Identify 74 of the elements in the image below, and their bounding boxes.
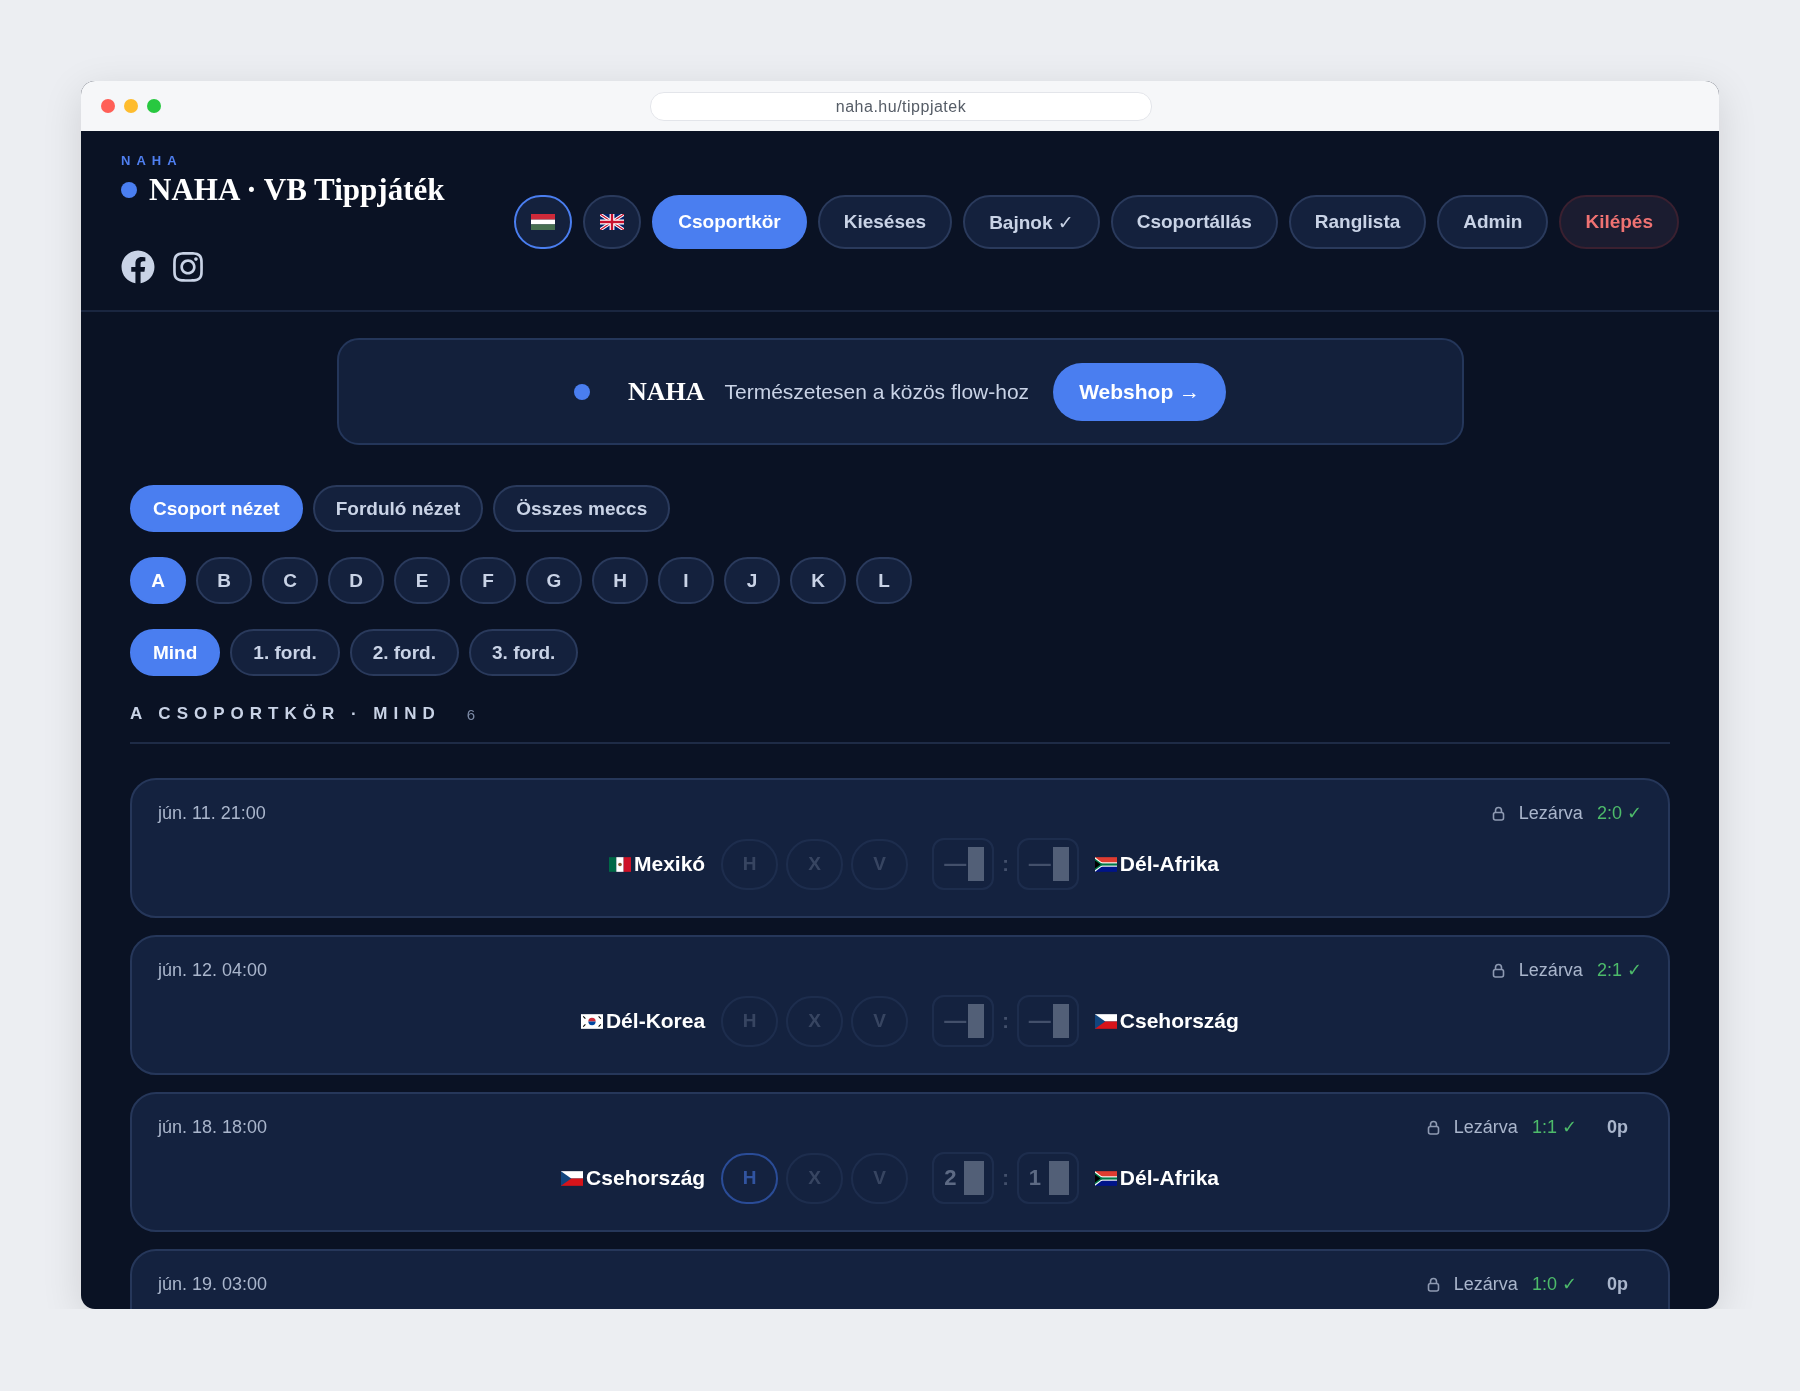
match-result: 2:1 ✓ — [1596, 959, 1642, 981]
match-date: jún. 11. 21:00 — [158, 802, 266, 824]
match-status: Lezárva — [1453, 1273, 1518, 1295]
nav-button[interactable]: Kieséses — [817, 195, 953, 249]
flag-icon — [531, 214, 556, 230]
banner-dot — [573, 383, 590, 400]
group-tab[interactable]: C — [262, 557, 318, 604]
match-status: Lezárva — [1518, 959, 1583, 981]
match-status: Lezárva — [1518, 802, 1583, 824]
round-tab[interactable]: Mind — [130, 629, 221, 676]
match-date: jún. 12. 04:00 — [158, 959, 268, 981]
group-tab[interactable]: L — [856, 557, 912, 604]
nav-button[interactable]: Bajnok ✓ — [963, 195, 1100, 249]
group-tab[interactable]: D — [328, 557, 384, 604]
flag-icon — [1094, 1170, 1117, 1186]
section-title: A CSOPORTKÖR · MIND — [130, 704, 441, 724]
match-points: 0p — [1607, 1273, 1628, 1295]
team-name: Csehország — [1119, 1009, 1239, 1033]
minimize-dot[interactable] — [124, 99, 138, 113]
team-name: Dél-Korea — [605, 1009, 706, 1033]
site-title: NAHA · VB Tippjáték — [149, 172, 445, 208]
round-tab[interactable]: 3. ford. — [469, 629, 579, 676]
banner-text: Természetesen a közös flow-hoz — [724, 379, 1030, 404]
team-name: Csehország — [586, 1166, 706, 1190]
group-tab[interactable]: H — [592, 557, 648, 604]
banner-brand: NAHA — [627, 376, 705, 407]
score-separator: : — [1002, 852, 1009, 876]
group-tab[interactable]: I — [658, 557, 714, 604]
facebook-icon[interactable] — [121, 250, 155, 284]
maximize-dot[interactable] — [147, 99, 161, 113]
team-name: Dél-Afrika — [1119, 852, 1220, 876]
language-button[interactable] — [583, 195, 642, 249]
nav-button[interactable]: Csoportkör — [652, 195, 807, 249]
match-result: 1:0 ✓ — [1531, 1273, 1577, 1295]
view-tab[interactable]: Csoport nézet — [130, 485, 303, 532]
match-count: 6 — [466, 705, 476, 723]
team-name: Dél-Afrika — [1119, 1166, 1220, 1190]
group-tab[interactable]: J — [724, 557, 780, 604]
match-status: Lezárva — [1453, 1116, 1518, 1138]
view-tab[interactable]: Összes meccs — [493, 485, 671, 532]
close-dot[interactable] — [101, 99, 115, 113]
flag-icon — [580, 1013, 603, 1029]
brand-dot — [121, 182, 137, 198]
flag-icon — [1094, 1013, 1117, 1029]
score-separator: : — [1002, 1009, 1009, 1033]
round-tab[interactable]: 2. ford. — [349, 629, 459, 676]
address-bar[interactable]: naha.hu/tippjatek — [650, 92, 1152, 121]
group-tab[interactable]: G — [526, 557, 582, 604]
nav-button[interactable]: Ranglista — [1288, 195, 1427, 249]
match-result: 2:0 ✓ — [1596, 802, 1642, 824]
instagram-icon[interactable] — [171, 250, 205, 284]
flag-icon — [561, 1170, 584, 1186]
webshop-button[interactable]: Webshop → — [1053, 362, 1227, 421]
team-name: Mexikó — [633, 852, 706, 876]
brand-kicker: NAHA — [121, 153, 184, 168]
flag-icon — [608, 856, 631, 872]
match-points: 0p — [1607, 1116, 1628, 1138]
nav-button[interactable]: Csoportállás — [1110, 195, 1278, 249]
group-tab[interactable]: K — [790, 557, 846, 604]
match-date: jún. 18. 18:00 — [158, 1116, 268, 1138]
language-button[interactable] — [514, 195, 573, 249]
nav-button[interactable]: Admin — [1437, 195, 1549, 249]
match-result: 1:1 ✓ — [1531, 1116, 1577, 1138]
flag-icon — [600, 214, 625, 230]
group-tab[interactable]: B — [196, 557, 252, 604]
view-tab[interactable]: Forduló nézet — [312, 485, 484, 532]
match-date: jún. 19. 03:00 — [158, 1273, 268, 1295]
group-tab[interactable]: F — [460, 557, 516, 604]
score-separator: : — [1002, 1166, 1009, 1190]
group-tab[interactable]: A — [130, 557, 186, 604]
group-tab[interactable]: E — [394, 557, 450, 604]
round-tab[interactable]: 1. ford. — [230, 629, 340, 676]
logout-button[interactable]: Kilépés — [1559, 195, 1679, 249]
flag-icon — [1094, 856, 1117, 872]
